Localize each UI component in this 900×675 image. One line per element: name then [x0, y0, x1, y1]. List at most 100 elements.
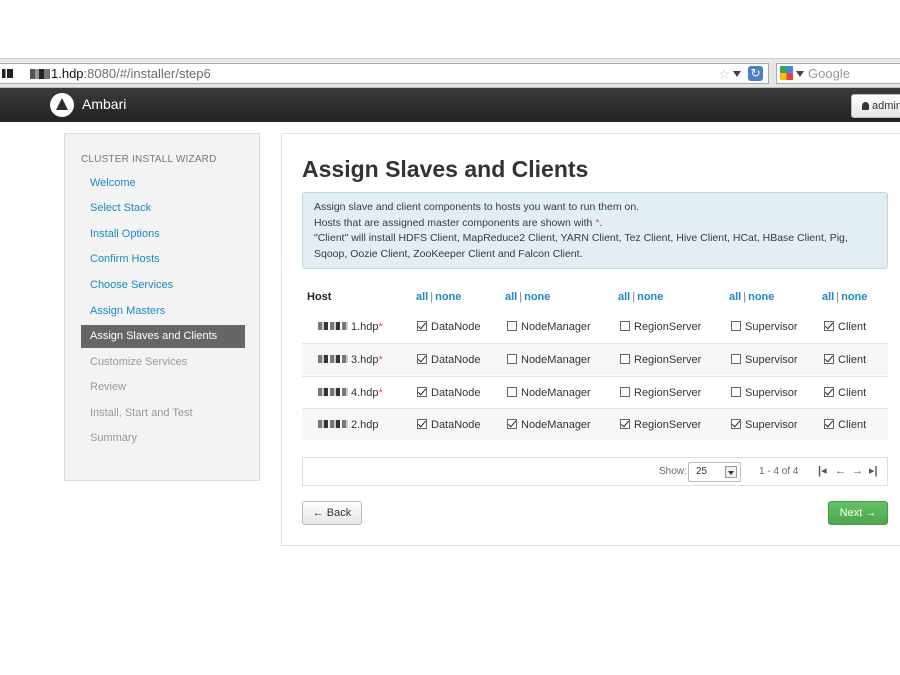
sidebar-item-customize-services: Customize Services	[90, 356, 188, 368]
sidebar-item-choose-services[interactable]: Choose Services	[81, 274, 245, 297]
redacted-hostname	[318, 388, 348, 396]
checkbox[interactable]	[507, 321, 517, 331]
master-star-indicator: *	[378, 321, 383, 333]
nodemanager-checkbox[interactable]: NodeManager	[507, 409, 591, 441]
checkbox[interactable]	[507, 354, 517, 364]
wizard-sidebar: CLUSTER INSTALL WIZARD Welcome Select St…	[64, 133, 260, 481]
supervisor-checkbox[interactable]: Supervisor	[731, 311, 798, 343]
history-dropdown-icon[interactable]	[733, 71, 741, 77]
sidebar-item-select-stack[interactable]: Select Stack	[81, 197, 245, 220]
datanode-checkbox[interactable]: DataNode	[417, 344, 481, 376]
nodemanager-checkbox[interactable]: NodeManager	[507, 311, 591, 343]
select-all-datanode-link[interactable]: all	[416, 291, 428, 303]
ambari-logo-icon[interactable]	[50, 93, 74, 117]
google-icon	[780, 66, 793, 80]
select-none-regionserver-link[interactable]: none	[637, 291, 663, 303]
sidebar-item-review: Review	[90, 381, 127, 393]
checkbox[interactable]	[417, 387, 427, 397]
alert-line-2: Hosts that are assigned master component…	[314, 216, 876, 232]
first-page-icon[interactable]: |◂	[818, 465, 827, 477]
select-none-nodemanager-link[interactable]: none	[524, 291, 550, 303]
checkbox[interactable]	[620, 387, 630, 397]
checkbox[interactable]	[731, 387, 741, 397]
select-none-client-link[interactable]: none	[841, 291, 867, 303]
nodemanager-header: all | none	[505, 291, 550, 303]
checkbox[interactable]	[731, 419, 741, 429]
last-page-icon[interactable]: ▸|	[869, 465, 878, 477]
supervisor-checkbox[interactable]: Supervisor	[731, 377, 798, 409]
datanode-checkbox[interactable]: DataNode	[417, 377, 481, 409]
next-page-icon[interactable]: →	[852, 465, 863, 477]
checkbox[interactable]	[417, 321, 427, 331]
sidebar-item-welcome[interactable]: Welcome	[81, 172, 245, 195]
select-all-client-link[interactable]: all	[822, 291, 834, 303]
browser-toolbar: 1.hdp:8080/#/installer/step6 ☆ ↻ Google	[0, 58, 900, 88]
sidebar-item-summary: Summary	[90, 432, 138, 444]
checkbox[interactable]	[620, 354, 630, 364]
supervisor-checkbox[interactable]: Supervisor	[731, 344, 798, 376]
sidebar-item-confirm-hosts[interactable]: Confirm Hosts	[81, 248, 245, 271]
client-checkbox[interactable]: Client	[824, 409, 866, 441]
redacted-hostname	[318, 355, 348, 363]
next-button[interactable]: Next →	[828, 501, 888, 525]
checkbox[interactable]	[824, 419, 834, 429]
regionserver-label: RegionServer	[634, 387, 702, 399]
select-all-regionserver-link[interactable]: all	[618, 291, 630, 303]
host-name: 4.hdp	[351, 387, 379, 399]
select-none-datanode-link[interactable]: none	[435, 291, 461, 303]
bookmark-star-icon[interactable]: ☆	[718, 65, 731, 84]
nodemanager-checkbox[interactable]: NodeManager	[507, 377, 591, 409]
sidebar-item-install-start-test: Install, Start and Test	[90, 407, 193, 419]
datanode-checkbox[interactable]: DataNode	[417, 311, 481, 343]
select-all-supervisor-link[interactable]: all	[729, 291, 741, 303]
regionserver-checkbox[interactable]: RegionServer	[620, 409, 701, 441]
regionserver-checkbox[interactable]: RegionServer	[620, 377, 701, 409]
previous-page-icon[interactable]: ←	[835, 465, 846, 477]
host-cell: 4.hdp*	[318, 377, 383, 409]
sidebar-item-assign-slaves[interactable]: Assign Slaves and Clients	[81, 325, 245, 348]
chevron-down-icon	[725, 466, 737, 478]
sidebar-item-assign-masters[interactable]: Assign Masters	[81, 300, 245, 323]
checkbox[interactable]	[824, 354, 834, 364]
client-checkbox[interactable]: Client	[824, 311, 866, 343]
redacted-hostname	[318, 322, 348, 330]
checkbox[interactable]	[824, 321, 834, 331]
supervisor-checkbox[interactable]: Supervisor	[731, 409, 798, 441]
page-size-select[interactable]: 25	[688, 462, 741, 482]
select-all-nodemanager-link[interactable]: all	[505, 291, 517, 303]
user-name: admin	[872, 100, 900, 112]
checkbox[interactable]	[507, 387, 517, 397]
checkbox[interactable]	[417, 354, 427, 364]
table-row: 2.hdp DataNode NodeManager RegionServer …	[302, 408, 888, 440]
checkbox[interactable]	[731, 321, 741, 331]
regionserver-checkbox[interactable]: RegionServer	[620, 311, 701, 343]
address-bar[interactable]: 1.hdp:8080/#/installer/step6 ☆ ↻	[0, 63, 769, 84]
nodemanager-label: NodeManager	[521, 387, 591, 399]
checkbox[interactable]	[507, 419, 517, 429]
client-checkbox[interactable]: Client	[824, 344, 866, 376]
host-name: 1.hdp	[351, 321, 379, 333]
browser-search-input[interactable]: Google	[776, 63, 900, 84]
supervisor-label: Supervisor	[745, 321, 798, 333]
search-engine-dropdown-icon[interactable]	[796, 71, 804, 77]
regionserver-checkbox[interactable]: RegionServer	[620, 344, 701, 376]
back-button[interactable]: ← Back	[302, 501, 362, 525]
datanode-label: DataNode	[431, 387, 481, 399]
user-menu-button[interactable]: admin	[851, 94, 900, 118]
checkbox[interactable]	[620, 419, 630, 429]
datanode-label: DataNode	[431, 321, 481, 333]
reload-icon[interactable]: ↻	[748, 66, 763, 81]
page-title: Assign Slaves and Clients	[302, 156, 589, 182]
nodemanager-checkbox[interactable]: NodeManager	[507, 344, 591, 376]
client-checkbox[interactable]: Client	[824, 377, 866, 409]
checkbox[interactable]	[417, 419, 427, 429]
checkbox[interactable]	[620, 321, 630, 331]
regionserver-label: RegionServer	[634, 354, 702, 366]
checkbox[interactable]	[731, 354, 741, 364]
datanode-checkbox[interactable]: DataNode	[417, 409, 481, 441]
checkbox[interactable]	[824, 387, 834, 397]
sidebar-item-install-options[interactable]: Install Options	[81, 223, 245, 246]
client-label: Client	[838, 387, 867, 399]
select-none-supervisor-link[interactable]: none	[748, 291, 774, 303]
app-brand[interactable]: Ambari	[82, 96, 126, 112]
